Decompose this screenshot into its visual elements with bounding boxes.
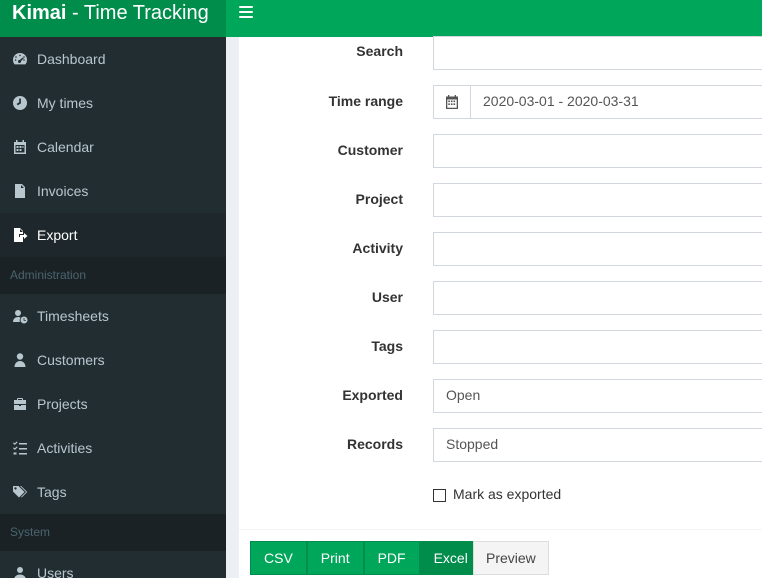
form-footer: CSV Print PDF Excel Preview bbox=[239, 529, 762, 578]
form-row-user: User bbox=[239, 281, 762, 315]
form-row-records: Records Stopped bbox=[239, 428, 762, 462]
sidebar-item-label: Tags bbox=[37, 484, 67, 500]
clock-icon bbox=[12, 95, 28, 111]
sidebar-item-timesheets[interactable]: Timesheets bbox=[0, 294, 226, 338]
sidebar-item-users[interactable]: Users bbox=[0, 551, 226, 578]
user-label: User bbox=[371, 289, 403, 305]
sidebar-item-label: Calendar bbox=[37, 139, 94, 155]
sidebar-item-export[interactable]: Export bbox=[0, 213, 226, 257]
exported-label: Exported bbox=[342, 387, 403, 403]
sidebar-item-label: Users bbox=[37, 565, 74, 578]
project-label: Project bbox=[355, 191, 403, 207]
top-navbar bbox=[226, 0, 762, 37]
main-content: Search Time range 2020-03-01 - 2020-03-3… bbox=[226, 36, 762, 578]
sidebar-item-label: My times bbox=[37, 95, 93, 111]
mark-exported-label[interactable]: Mark as exported bbox=[453, 486, 561, 502]
sidebar-toggle-icon[interactable] bbox=[239, 5, 253, 19]
sidebar: Dashboard My times Calendar Invoices Exp… bbox=[0, 37, 226, 578]
tags-label: Tags bbox=[371, 338, 403, 354]
form-row-search: Search bbox=[239, 36, 762, 70]
search-input[interactable] bbox=[433, 36, 762, 70]
invoice-icon bbox=[12, 183, 28, 199]
exported-select[interactable]: Open bbox=[433, 379, 762, 413]
print-button[interactable]: Print bbox=[306, 541, 364, 575]
search-label: Search bbox=[356, 43, 403, 59]
preview-button[interactable]: Preview bbox=[473, 541, 549, 575]
records-select[interactable]: Stopped bbox=[433, 428, 762, 462]
users-clock-icon bbox=[12, 308, 28, 324]
calendar-icon bbox=[12, 139, 28, 155]
user-tie-icon bbox=[12, 352, 28, 368]
dashboard-icon bbox=[12, 51, 28, 67]
form-row-project: Project bbox=[239, 183, 762, 217]
sidebar-item-customers[interactable]: Customers bbox=[0, 338, 226, 382]
pdf-button[interactable]: PDF bbox=[363, 541, 420, 575]
briefcase-icon bbox=[12, 396, 28, 412]
form-row-exported: Exported Open bbox=[239, 379, 762, 413]
calendar-icon[interactable] bbox=[433, 85, 471, 119]
tags-input[interactable] bbox=[433, 330, 762, 364]
sidebar-item-label: Customers bbox=[37, 352, 105, 368]
sidebar-item-projects[interactable]: Projects bbox=[0, 382, 226, 426]
users-icon bbox=[12, 565, 28, 578]
sidebar-item-invoices[interactable]: Invoices bbox=[0, 169, 226, 213]
customer-label: Customer bbox=[337, 142, 403, 158]
mark-exported-checkbox[interactable] bbox=[433, 488, 446, 502]
form-row-tags: Tags bbox=[239, 330, 762, 364]
customer-select[interactable] bbox=[433, 134, 762, 168]
sidebar-item-label: Activities bbox=[37, 440, 93, 456]
sidebar-header-system: System bbox=[0, 514, 226, 551]
form-row-activity: Activity bbox=[239, 232, 762, 266]
activity-label: Activity bbox=[352, 240, 403, 256]
form-row-time-range: Time range 2020-03-01 - 2020-03-31 bbox=[239, 85, 762, 119]
sidebar-item-dashboard[interactable]: Dashboard bbox=[0, 37, 226, 81]
project-select[interactable] bbox=[433, 183, 762, 217]
mark-exported-row: Mark as exported bbox=[433, 486, 561, 502]
sidebar-item-activities[interactable]: Activities bbox=[0, 426, 226, 470]
export-form-box: Search Time range 2020-03-01 - 2020-03-3… bbox=[239, 36, 762, 578]
sidebar-item-label: Projects bbox=[37, 396, 88, 412]
sidebar-item-label: Invoices bbox=[37, 183, 89, 199]
time-range-label: Time range bbox=[328, 93, 403, 109]
sidebar-item-label: Dashboard bbox=[37, 51, 106, 67]
form-row-customer: Customer bbox=[239, 134, 762, 168]
export-button-group: CSV Print PDF Excel bbox=[250, 541, 482, 575]
sidebar-item-tags[interactable]: Tags bbox=[0, 470, 226, 514]
tags-icon bbox=[12, 484, 28, 500]
records-label: Records bbox=[346, 436, 403, 452]
csv-button[interactable]: CSV bbox=[250, 541, 307, 575]
sidebar-item-my-times[interactable]: My times bbox=[0, 81, 226, 125]
time-range-group: 2020-03-01 - 2020-03-31 bbox=[433, 85, 762, 119]
user-select[interactable] bbox=[433, 281, 762, 315]
list-icon bbox=[12, 440, 28, 456]
brand-subtitle: - Time Tracking bbox=[66, 2, 209, 24]
app-logo[interactable]: Kimai - Time Tracking bbox=[0, 0, 226, 37]
export-icon bbox=[12, 227, 28, 243]
sidebar-item-label: Timesheets bbox=[37, 308, 109, 324]
brand-name: Kimai bbox=[12, 2, 67, 24]
sidebar-header-administration: Administration bbox=[0, 257, 226, 294]
activity-select[interactable] bbox=[433, 232, 762, 266]
sidebar-item-calendar[interactable]: Calendar bbox=[0, 125, 226, 169]
sidebar-item-label: Export bbox=[37, 227, 78, 243]
time-range-input[interactable]: 2020-03-01 - 2020-03-31 bbox=[471, 85, 762, 119]
